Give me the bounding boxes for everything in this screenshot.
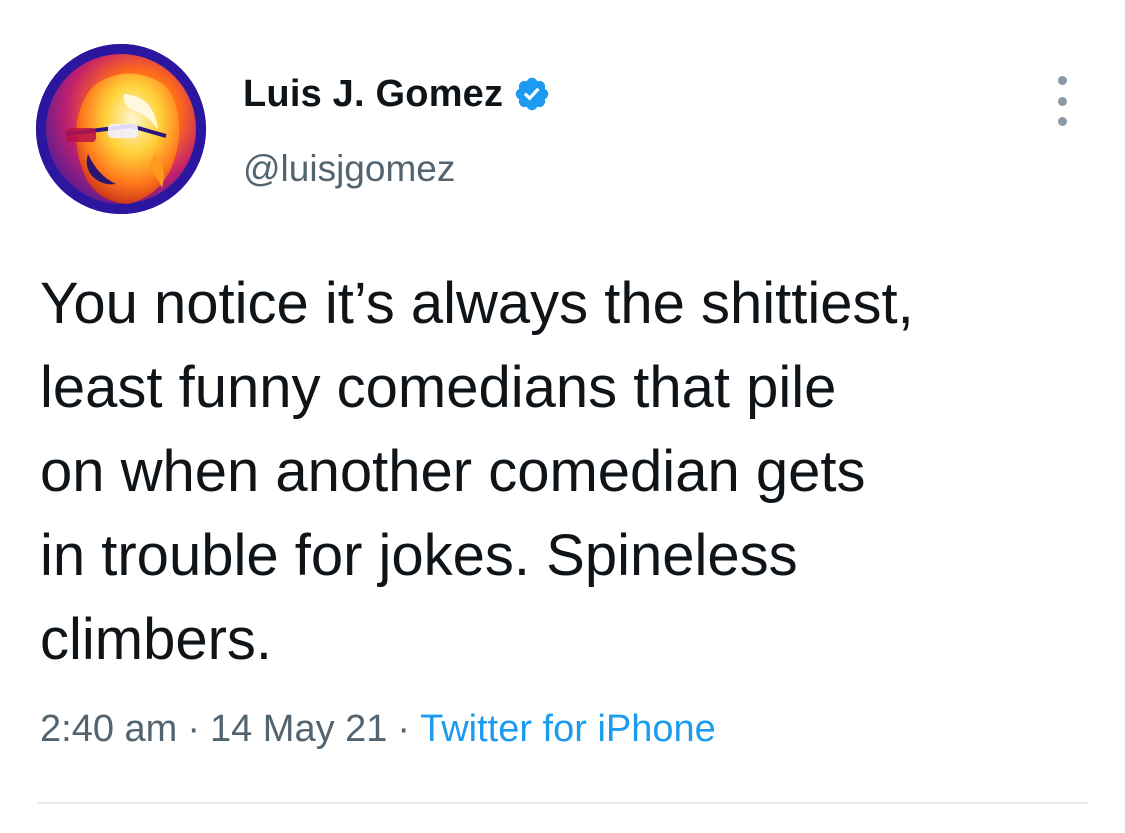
divider xyxy=(38,802,1088,804)
display-name[interactable]: Luis J. Gomez xyxy=(243,73,503,116)
meta-separator: · xyxy=(187,708,200,750)
avatar[interactable] xyxy=(36,44,206,214)
more-dot xyxy=(1057,117,1067,126)
more-dot xyxy=(1057,96,1067,106)
tweet-time[interactable]: 2:40 am xyxy=(40,708,177,750)
tweet-source-link[interactable]: Twitter for iPhone xyxy=(420,708,716,750)
tweet-date[interactable]: 14 May 21 xyxy=(210,708,387,750)
more-dot xyxy=(1057,76,1067,85)
avatar-portrait-icon xyxy=(36,44,206,214)
verified-badge-icon xyxy=(513,75,551,113)
more-vertical-icon[interactable] xyxy=(1052,76,1072,126)
user-handle[interactable]: @luisjgomez xyxy=(243,148,455,190)
tweet-meta: 2:40 am · 14 May 21 · Twitter for iPhone xyxy=(40,708,716,751)
tweet-text: You notice it’s always the shittiest, le… xyxy=(40,271,914,672)
author-row: Luis J. Gomez xyxy=(243,66,551,122)
meta-separator: · xyxy=(397,708,411,750)
tweet-card: Luis J. Gomez @luisjgomez You notice it’… xyxy=(0,0,1125,833)
